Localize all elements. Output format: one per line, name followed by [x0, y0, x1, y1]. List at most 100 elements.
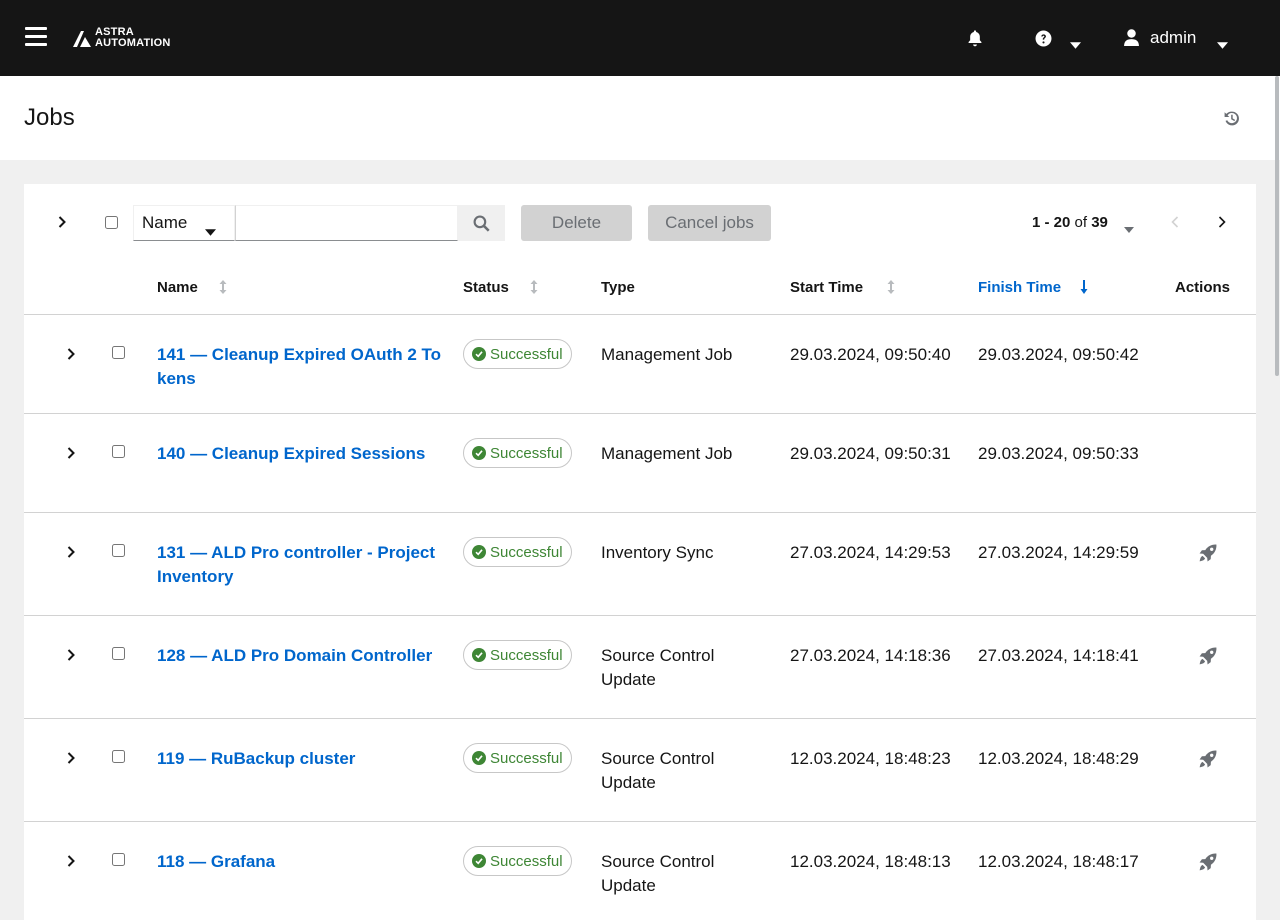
- notifications-bell-icon[interactable]: [966, 29, 984, 52]
- status-label: Successful: [490, 444, 563, 462]
- page-scrollbar[interactable]: [1275, 76, 1279, 376]
- job-type: Inventory Sync: [601, 543, 714, 562]
- job-start-time: 29.03.2024, 09:50:40: [790, 345, 951, 364]
- pager-total: 39: [1091, 214, 1108, 231]
- status-label: Successful: [490, 852, 563, 870]
- relaunch-rocket-icon[interactable]: [1199, 750, 1217, 773]
- status-badge[interactable]: Successful: [463, 846, 572, 876]
- job-name-link[interactable]: 119 — RuBackup cluster: [157, 747, 442, 771]
- status-badge[interactable]: Successful: [463, 339, 572, 369]
- job-start-time: 12.03.2024, 18:48:13: [790, 852, 951, 871]
- job-start-time: 27.03.2024, 14:18:36: [790, 646, 951, 665]
- status-badge[interactable]: Successful: [463, 640, 572, 670]
- row-checkbox[interactable]: [112, 647, 125, 660]
- search-input[interactable]: [235, 205, 458, 241]
- user-dropdown-caret-icon[interactable]: [1217, 36, 1228, 54]
- page-header: Jobs: [0, 76, 1280, 160]
- user-icon[interactable]: [1124, 29, 1139, 51]
- job-name-link[interactable]: 140 — Cleanup Expired Sessions: [157, 442, 442, 466]
- filter-field-select[interactable]: Name: [133, 205, 235, 241]
- job-start-time: 27.03.2024, 14:29:53: [790, 543, 951, 562]
- row-checkbox[interactable]: [112, 544, 125, 557]
- select-all-checkbox[interactable]: [105, 216, 118, 229]
- top-navbar: ASTRA AUTOMATION admin: [0, 0, 1280, 76]
- job-name-link[interactable]: 131 — ALD Pro controller - Project Inven…: [157, 541, 442, 589]
- sort-status-icon[interactable]: [530, 280, 538, 299]
- row-expand-chevron-icon[interactable]: [67, 347, 75, 365]
- table-row: 119 — RuBackup cluster Successful Source C…: [24, 719, 1256, 822]
- search-button[interactable]: [458, 205, 505, 241]
- job-start-time: 29.03.2024, 09:50:31: [790, 444, 951, 463]
- job-finish-time: 27.03.2024, 14:29:59: [978, 543, 1139, 562]
- previous-page-icon[interactable]: [1171, 215, 1179, 233]
- job-start-time: 12.03.2024, 18:48:23: [790, 749, 951, 768]
- job-finish-time: 27.03.2024, 14:18:41: [978, 646, 1139, 665]
- pagination-summary[interactable]: 1 - 20 of 39: [1032, 214, 1108, 231]
- relaunch-rocket-icon[interactable]: [1199, 647, 1217, 670]
- column-header-status[interactable]: Status: [463, 279, 509, 296]
- column-header-name[interactable]: Name: [157, 279, 198, 296]
- jobs-list-card: Name Delete Cancel jobs 1 - 20 of 39 Nam…: [24, 184, 1256, 920]
- sort-name-icon[interactable]: [219, 280, 227, 299]
- status-badge[interactable]: Successful: [463, 743, 572, 773]
- logo-text-line2: AUTOMATION: [95, 37, 171, 49]
- status-badge[interactable]: Successful: [463, 537, 572, 567]
- cancel-jobs-button[interactable]: Cancel jobs: [648, 205, 771, 241]
- job-type: Source Control Update: [601, 646, 715, 689]
- status-label: Successful: [490, 749, 563, 767]
- status-label: Successful: [490, 646, 563, 664]
- sort-start-time-icon[interactable]: [887, 280, 895, 299]
- check-circle-icon: [472, 854, 486, 868]
- next-page-icon[interactable]: [1218, 215, 1226, 233]
- relaunch-rocket-icon[interactable]: [1199, 853, 1217, 876]
- row-expand-chevron-icon[interactable]: [67, 854, 75, 872]
- page-title: Jobs: [24, 104, 75, 131]
- table-row: 131 — ALD Pro controller - Project Inven…: [24, 513, 1256, 616]
- filter-caret-icon: [205, 221, 216, 241]
- table-row: 140 — Cleanup Expired Sessions Successful…: [24, 414, 1256, 513]
- user-menu-name[interactable]: admin: [1150, 28, 1196, 48]
- row-checkbox[interactable]: [112, 853, 125, 866]
- row-expand-chevron-icon[interactable]: [67, 751, 75, 769]
- help-dropdown-caret-icon[interactable]: [1070, 36, 1081, 54]
- relaunch-rocket-icon[interactable]: [1199, 544, 1217, 567]
- column-header-finish-time[interactable]: Finish Time: [978, 279, 1061, 296]
- status-label: Successful: [490, 345, 563, 363]
- job-finish-time: 29.03.2024, 09:50:33: [978, 444, 1139, 463]
- status-label: Successful: [490, 543, 563, 561]
- astra-automation-logo[interactable]: ASTRA AUTOMATION: [72, 27, 171, 49]
- row-checkbox[interactable]: [112, 750, 125, 763]
- per-page-caret-icon[interactable]: [1124, 220, 1134, 238]
- status-badge[interactable]: Successful: [463, 438, 572, 468]
- job-type: Management Job: [601, 345, 733, 364]
- table-row: 118 — Grafana Successful Source Control Up…: [24, 822, 1256, 920]
- job-name-link[interactable]: 118 — Grafana: [157, 850, 442, 874]
- job-type: Source Control Update: [601, 852, 715, 895]
- logo-mark-icon: [73, 31, 91, 47]
- row-expand-chevron-icon[interactable]: [67, 446, 75, 464]
- row-checkbox[interactable]: [112, 346, 125, 359]
- table-row: 128 — ALD Pro Domain Controller Successfu…: [24, 616, 1256, 719]
- check-circle-icon: [472, 545, 486, 559]
- pager-of: of: [1074, 214, 1088, 231]
- job-name-link[interactable]: 128 — ALD Pro Domain Controller: [157, 644, 442, 668]
- help-icon[interactable]: [1035, 30, 1052, 52]
- expand-all-chevron-icon[interactable]: [58, 215, 66, 233]
- row-expand-chevron-icon[interactable]: [67, 545, 75, 563]
- job-finish-time: 12.03.2024, 18:48:17: [978, 852, 1139, 871]
- job-finish-time: 29.03.2024, 09:50:42: [978, 345, 1139, 364]
- column-header-start-time[interactable]: Start Time: [790, 279, 863, 296]
- activity-stream-history-icon[interactable]: [1223, 110, 1240, 132]
- sort-finish-time-desc-icon[interactable]: [1080, 280, 1088, 299]
- column-header-actions: Actions: [1175, 279, 1231, 296]
- delete-button[interactable]: Delete: [521, 205, 632, 241]
- job-finish-time: 12.03.2024, 18:48:29: [978, 749, 1139, 768]
- row-checkbox[interactable]: [112, 445, 125, 458]
- row-expand-chevron-icon[interactable]: [67, 648, 75, 666]
- menu-toggle-icon[interactable]: [25, 27, 47, 47]
- table-row: 141 — Cleanup Expired OAuth 2 Tokens Succ…: [24, 315, 1256, 414]
- check-circle-icon: [472, 648, 486, 662]
- job-type: Management Job: [601, 444, 733, 463]
- pager-range: 1 - 20: [1032, 214, 1071, 231]
- job-name-link[interactable]: 141 — Cleanup Expired OAuth 2 Tokens: [157, 343, 442, 391]
